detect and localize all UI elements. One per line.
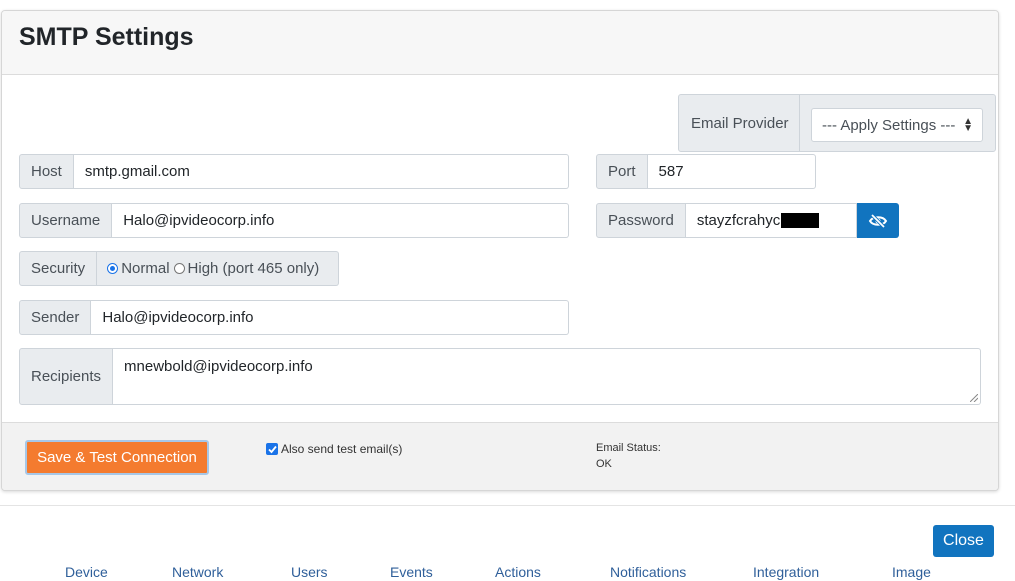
save-test-connection-button[interactable]: Save & Test Connection [25,440,209,475]
security-options: Normal High (port 465 only) [97,251,339,286]
username-input[interactable]: Halo@ipvideocorp.info [112,203,569,238]
bg-nav-actions: Actions [495,566,541,580]
password-label: Password [596,203,686,238]
also-send-test-label: Also send test email(s) [281,442,403,456]
host-input[interactable]: smtp.gmail.com [73,154,569,189]
background-nav: Device Network Users Events Actions Noti… [0,566,1015,581]
email-status-label: Email Status: [596,442,661,454]
resize-grip-icon[interactable] [970,394,978,402]
email-status-value: OK [596,458,612,470]
password-value: stayzfcrahyc [696,212,781,229]
email-provider-group: Email Provider --- Apply Settings --- ▲ ▼ [678,94,996,152]
password-redaction [781,213,820,228]
toggle-password-visibility-button[interactable] [857,203,899,238]
bg-nav-device: Device [65,566,108,580]
username-label: Username [19,203,113,238]
smtp-settings-card: SMTP Settings Email Provider --- Apply S… [1,10,999,491]
email-provider-separator [799,95,800,151]
checkmark-icon [267,445,277,453]
recipients-group: Recipients mnewbold@ipvideocorp.info [19,348,981,405]
bg-nav-events: Events [390,566,433,580]
also-send-test-option: Also send test email(s) [266,442,402,456]
bg-nav-notifications: Notifications [610,566,687,580]
recipients-textarea[interactable]: mnewbold@ipvideocorp.info [113,348,981,405]
email-provider-select[interactable]: --- Apply Settings --- ▲ ▼ [811,108,983,142]
card-footer: Save & Test Connection Also send test em… [2,422,998,490]
select-caret-icon: ▲ ▼ [963,116,973,134]
close-button[interactable]: Close [933,525,994,557]
bg-nav-network: Network [172,566,224,580]
email-provider-label: Email Provider [691,114,789,132]
email-provider-selected: --- Apply Settings --- [822,116,956,134]
sender-input[interactable]: Halo@ipvideocorp.info [91,300,569,335]
card-header: SMTP Settings [2,11,998,75]
sender-label: Sender [19,300,92,335]
username-group: Username Halo@ipvideocorp.info [19,203,569,238]
eye-slash-icon [868,213,888,228]
password-input[interactable]: stayzfcrahyc [685,203,857,238]
bg-nav-users: Users [291,566,328,580]
modal-footer-divider [0,505,1015,506]
sender-group: Sender Halo@ipvideocorp.info [19,300,569,335]
host-label: Host [19,154,74,189]
port-input[interactable]: 587 [647,154,816,189]
security-high-radio[interactable] [173,263,185,274]
host-group: Host smtp.gmail.com [19,154,569,189]
security-normal-radio[interactable] [107,263,119,274]
security-high-label: High (port 465 only) [187,260,320,277]
also-send-test-checkbox[interactable] [266,443,278,455]
security-normal-label: Normal [121,260,170,277]
bg-nav-integration: Integration [753,566,820,580]
password-group: Password stayzfcrahyc [596,203,899,238]
recipients-value: mnewbold@ipvideocorp.info [124,358,313,375]
bg-nav-image: Image [892,566,931,580]
port-group: Port 587 [596,154,816,189]
security-group: Security Normal High (port 465 only) [19,251,339,286]
port-label: Port [596,154,648,189]
security-label: Security [19,251,98,286]
dialog-title: SMTP Settings [19,23,194,51]
recipients-label: Recipients [19,348,114,405]
